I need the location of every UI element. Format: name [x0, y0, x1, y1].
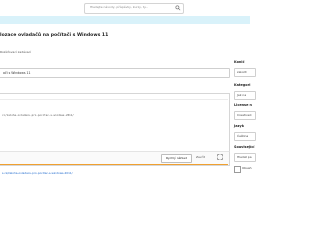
sidebar-checkbox-label: Obsah	[242, 166, 252, 170]
title-field-value: ači s Windows 11	[3, 70, 31, 75]
search-placeholder: Hledejte návody, příspěvky, kurzy, ty...	[90, 5, 149, 9]
sidebar-label-related: Související	[234, 145, 255, 149]
editor-toolbar	[0, 98, 228, 100]
info-banner	[0, 16, 250, 24]
sidebar-label-status: Konić	[234, 60, 245, 64]
sidebar-value-status: zalozit	[237, 70, 247, 74]
search-icon[interactable]	[175, 5, 181, 11]
sidebar-input-related[interactable]: Hledat pa	[234, 153, 256, 162]
preview-button[interactable]: Rychlý náhled	[161, 154, 192, 163]
sidebar-value-language: Čeština	[237, 134, 249, 138]
sidebar-value-category: Jak na	[237, 93, 247, 97]
fullscreen-icon[interactable]	[217, 154, 223, 160]
content-editor[interactable]	[0, 93, 230, 159]
sidebar-value-related: Hledat pa	[237, 155, 252, 159]
sidebar-select-license[interactable]: CreativeC	[234, 111, 256, 120]
sidebar-select-status[interactable]: zalozit	[234, 68, 256, 77]
sidebar-label-category: Kategori	[234, 83, 251, 87]
sidebar-select-category[interactable]: Jak na	[234, 91, 256, 100]
sidebar-label-license: License n	[234, 103, 252, 107]
sidebar-select-language[interactable]: Čeština	[234, 132, 256, 141]
top-header: Hledejte návody, příspěvky, kurzy, ty...	[0, 0, 250, 16]
search-input[interactable]: Hledejte návody, příspěvky, kurzy, ty...	[84, 3, 184, 14]
sidebar-checkbox[interactable]	[234, 166, 241, 173]
page: Hledejte návody, příspěvky, kurzy, ty...…	[0, 0, 256, 250]
permalink-link[interactable]: s.cz/zaloha-ovladacu-pro-pocitac-s-windo…	[2, 171, 73, 175]
editor-code-line: ci/zaloha-ovladacu-pro-pocitac-s-windows…	[2, 114, 74, 117]
close-button[interactable]: Zavřít	[196, 155, 205, 159]
sidebar-label-language: Jazyk	[234, 124, 244, 128]
title-field[interactable]: ači s Windows 11	[0, 68, 230, 78]
editor-divider	[0, 164, 228, 165]
edit-summary-label: Rozšiřovací zadávací	[0, 50, 32, 54]
sidebar-value-license: CreativeC	[237, 113, 252, 117]
page-title: lozace ovladačů na počítači s Windows 11	[0, 33, 109, 38]
